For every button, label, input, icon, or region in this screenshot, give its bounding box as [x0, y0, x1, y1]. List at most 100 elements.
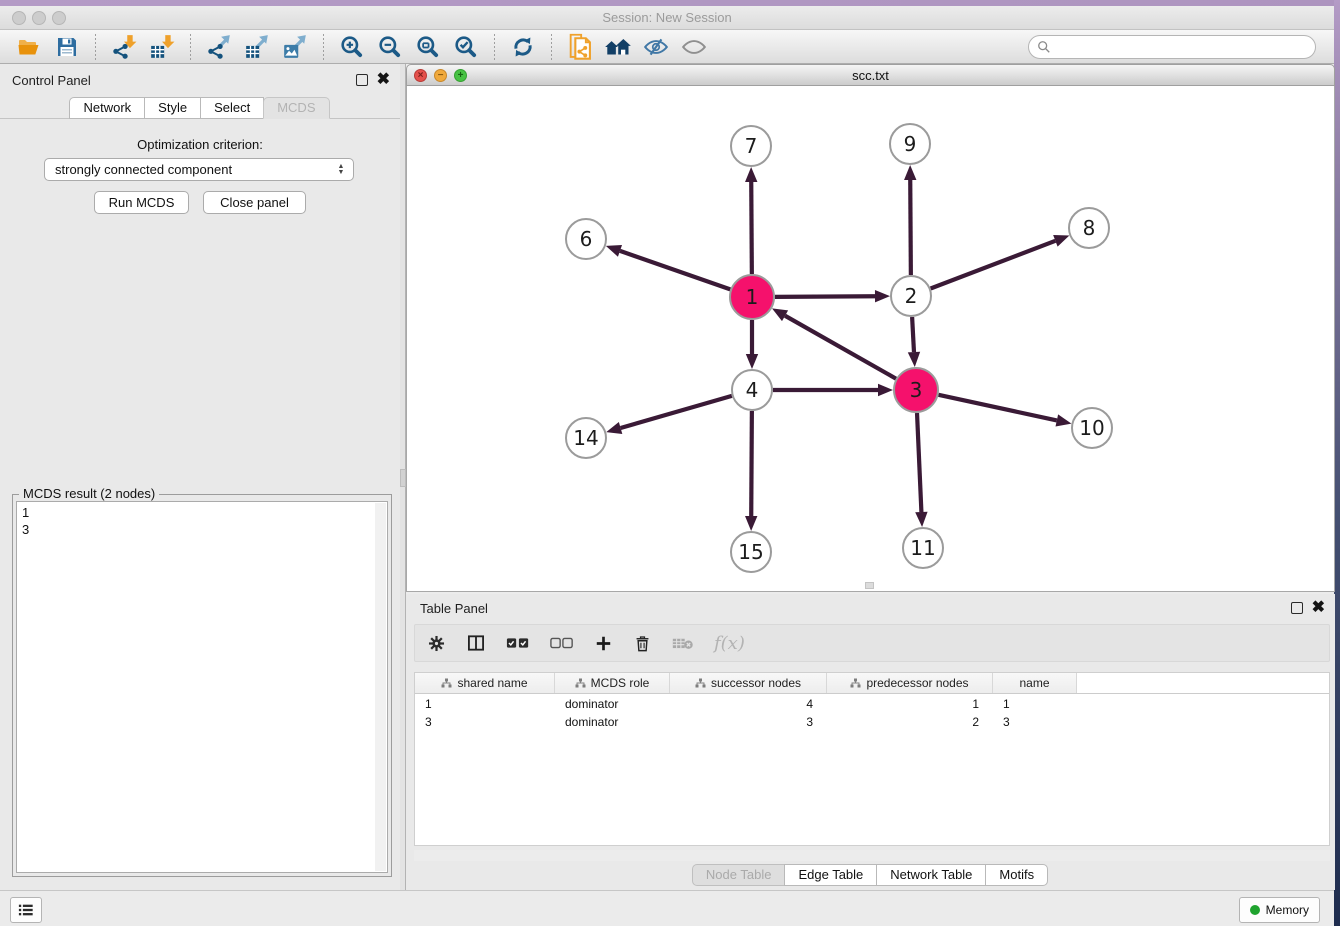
table-cell: 2 — [827, 715, 993, 729]
graph-edge-2-3[interactable] — [912, 317, 914, 352]
deselect-all-button[interactable] — [550, 636, 574, 650]
toolbar-separator — [551, 34, 552, 60]
export-image-button[interactable] — [279, 33, 311, 61]
open-file-button[interactable] — [13, 33, 45, 61]
graph-edge-2-9[interactable] — [910, 180, 911, 275]
refresh-layout-button[interactable] — [507, 33, 539, 61]
show-eye-button[interactable] — [678, 33, 710, 61]
network-minimize-button[interactable]: − — [434, 69, 447, 82]
export-network-icon — [206, 34, 232, 60]
layout-document-button[interactable] — [564, 33, 596, 61]
canvas-resize-grip[interactable] — [865, 582, 874, 589]
table-cell: 3 — [993, 715, 1077, 729]
table-cell: 1 — [993, 697, 1077, 711]
column-header-predecessor-nodes[interactable]: predecessor nodes — [827, 673, 993, 693]
node-table: shared name MCDS role successor nodesprede… — [414, 672, 1330, 846]
close-table-panel-icon[interactable]: ✖ — [1312, 602, 1325, 614]
tab-select[interactable]: Select — [200, 97, 264, 119]
column-header-MCDS-role[interactable]: MCDS role — [555, 673, 670, 693]
graph-edge-4-15[interactable] — [751, 411, 752, 516]
show-panels-button[interactable] — [10, 897, 42, 923]
graph-edge-3-1[interactable] — [785, 316, 896, 379]
tab-network-table[interactable]: Network Table — [876, 864, 986, 886]
memory-status-dot — [1250, 905, 1260, 915]
table-settings-gear-button[interactable] — [427, 634, 446, 653]
network-graph[interactable]: 7968124314101511 — [407, 86, 1334, 590]
export-table-button[interactable] — [241, 33, 273, 61]
table-panel-title: Table Panel — [420, 601, 488, 616]
run-mcds-button[interactable]: Run MCDS — [94, 191, 189, 214]
tab-mcds[interactable]: MCDS — [263, 97, 329, 119]
column-header-successor-nodes[interactable]: successor nodes — [670, 673, 827, 693]
graph-edge-3-11[interactable] — [917, 413, 921, 512]
import-table-button[interactable] — [146, 33, 178, 61]
dropdown-selected-value: strongly connected component — [55, 162, 334, 177]
eye-slash-icon — [642, 34, 670, 60]
column-label: name — [1019, 676, 1049, 690]
close-panel-icon[interactable]: ✖ — [377, 74, 390, 86]
table-row[interactable]: 3dominator323 — [415, 714, 1329, 730]
table-cell: 3 — [415, 715, 555, 729]
eye-icon — [680, 34, 708, 60]
graph-edge-4-14[interactable] — [621, 396, 732, 428]
graph-node-label: 4 — [746, 378, 759, 402]
network-window-titlebar[interactable]: × − + scc.txt — [406, 64, 1335, 86]
graph-edge-2-8[interactable] — [931, 241, 1056, 289]
zoom-fit-button[interactable] — [412, 33, 444, 61]
graph-edge-1-2[interactable] — [775, 296, 875, 297]
table-scroll-strip[interactable] — [414, 850, 1330, 861]
import-network-button[interactable] — [108, 33, 140, 61]
zoom-fit-icon — [415, 34, 441, 60]
column-header-shared-name[interactable]: shared name — [415, 673, 555, 693]
main-titlebar[interactable]: Session: New Session — [0, 6, 1334, 30]
graph-node-label: 6 — [580, 227, 593, 251]
zoom-out-button[interactable] — [374, 33, 406, 61]
session-title: Session: New Session — [0, 6, 1334, 30]
table-row[interactable]: 1dominator411 — [415, 696, 1329, 712]
delete-rows-button[interactable] — [633, 634, 652, 653]
column-label: MCDS role — [591, 676, 650, 690]
network-close-button[interactable]: × — [414, 69, 427, 82]
close-panel-button[interactable]: Close panel — [203, 191, 306, 214]
save-session-button[interactable] — [51, 33, 83, 61]
tab-motifs[interactable]: Motifs — [985, 864, 1048, 886]
zoom-in-icon — [339, 34, 365, 60]
plus-icon — [594, 634, 613, 653]
network-maximize-button[interactable]: + — [454, 69, 467, 82]
delete-table-button-disabled[interactable] — [672, 635, 694, 651]
graph-edge-1-7[interactable] — [751, 182, 752, 274]
mcds-result-textarea[interactable]: 13 — [16, 501, 388, 873]
tab-node-table[interactable]: Node Table — [692, 864, 786, 886]
graph-edge-3-10[interactable] — [938, 395, 1056, 421]
float-panel-icon[interactable] — [356, 74, 368, 86]
gear-icon — [427, 634, 446, 653]
column-header-name[interactable]: name — [993, 673, 1077, 693]
float-table-panel-icon[interactable] — [1291, 602, 1303, 614]
select-all-button[interactable] — [506, 636, 530, 650]
graph-node-label: 7 — [745, 134, 758, 158]
add-row-button[interactable] — [594, 634, 613, 653]
checked-boxes-icon — [506, 636, 530, 650]
control-panel-title: Control Panel — [12, 73, 91, 88]
result-scrollbar[interactable] — [375, 503, 386, 871]
network-canvas[interactable]: 7968124314101511 — [406, 86, 1335, 592]
zoom-selected-button[interactable] — [450, 33, 482, 61]
graph-edge-1-6[interactable] — [620, 251, 730, 290]
refresh-icon — [510, 34, 536, 60]
home-houses-button[interactable] — [602, 33, 634, 61]
memory-button[interactable]: Memory — [1239, 897, 1320, 923]
tab-style[interactable]: Style — [144, 97, 201, 119]
search-box[interactable] — [1028, 35, 1316, 59]
graph-node-label: 1 — [746, 285, 759, 309]
export-network-button[interactable] — [203, 33, 235, 61]
search-input[interactable] — [1055, 38, 1307, 55]
hide-eye-button[interactable] — [640, 33, 672, 61]
zoom-selected-icon — [453, 34, 479, 60]
tab-network[interactable]: Network — [69, 97, 145, 119]
tab-edge-table[interactable]: Edge Table — [784, 864, 877, 886]
graph-node-label: 9 — [904, 132, 917, 156]
zoom-in-button[interactable] — [336, 33, 368, 61]
function-builder-button-disabled[interactable]: f(x) — [714, 633, 745, 654]
toggle-columns-button[interactable] — [466, 633, 486, 653]
optimization-criterion-dropdown[interactable]: strongly connected component ▲▼ — [44, 158, 354, 181]
